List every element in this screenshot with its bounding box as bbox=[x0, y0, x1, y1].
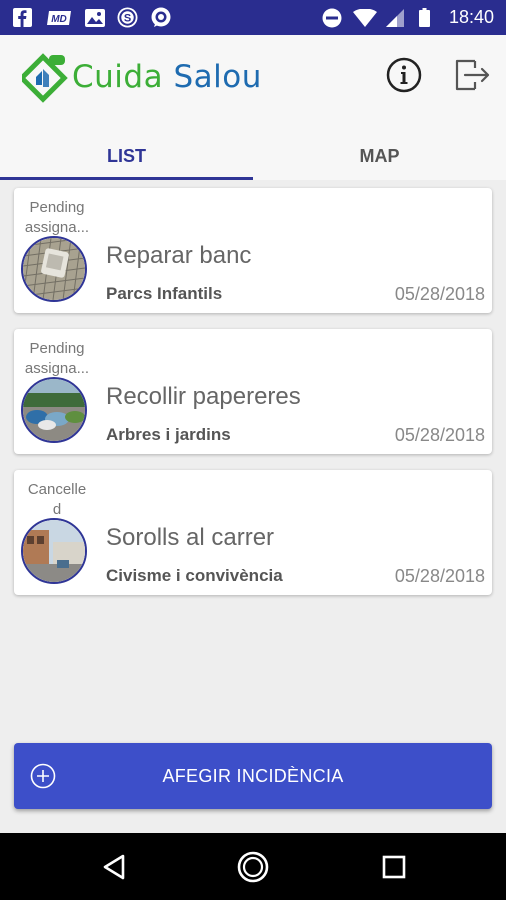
facebook-icon bbox=[12, 8, 32, 27]
status-line: Pending bbox=[29, 340, 85, 357]
status-line: Cancelle bbox=[27, 481, 87, 498]
logo-wordmark: Cuida Salou bbox=[72, 59, 262, 95]
logout-button[interactable] bbox=[452, 55, 492, 95]
incident-title: Sorolls al carrer bbox=[106, 524, 275, 551]
incident-title: Recollir papereres bbox=[106, 383, 301, 410]
incident-card[interactable]: Pending assigna... Reparar banc Parcs In… bbox=[14, 188, 492, 313]
info-icon bbox=[386, 57, 422, 93]
status-line: assigna... bbox=[24, 219, 90, 236]
logo-word-cuida: Cuida bbox=[72, 59, 164, 95]
incident-category: Arbres i jardins bbox=[106, 425, 231, 444]
incident-date: 05/28/2018 bbox=[394, 425, 485, 445]
svg-text:S: S bbox=[123, 13, 130, 25]
battery-icon bbox=[418, 8, 430, 27]
do-not-disturb-icon bbox=[321, 8, 343, 27]
incident-title: Reparar banc bbox=[106, 242, 252, 269]
svg-text:MD: MD bbox=[51, 14, 67, 25]
tab-bar: LIST MAP bbox=[0, 132, 506, 180]
chat-icon bbox=[149, 7, 173, 27]
status-badge: Pending assigna... bbox=[20, 339, 94, 379]
md-icon: MD bbox=[44, 8, 74, 27]
tab-list[interactable]: LIST bbox=[0, 132, 253, 180]
active-tab-indicator bbox=[0, 177, 253, 180]
app-header: Cuida Salou LIST MAP bbox=[0, 35, 506, 180]
incident-photo bbox=[21, 236, 87, 302]
signal-icon bbox=[385, 8, 405, 27]
add-incident-label: AFEGIR INCIDÈNCIA bbox=[162, 765, 344, 786]
status-line: assigna... bbox=[24, 360, 90, 377]
skype-icon: S bbox=[116, 7, 138, 28]
incident-photo bbox=[21, 518, 87, 584]
add-incident-button[interactable]: AFEGIR INCIDÈNCIA bbox=[14, 743, 492, 809]
status-line: Pending bbox=[29, 199, 85, 216]
tab-map[interactable]: MAP bbox=[253, 132, 506, 180]
logout-icon bbox=[455, 59, 490, 91]
info-button[interactable] bbox=[384, 55, 424, 95]
status-badge: Cancelle d bbox=[20, 480, 94, 520]
home-icon bbox=[237, 851, 269, 883]
back-button[interactable] bbox=[97, 850, 131, 884]
wifi-icon bbox=[352, 8, 378, 27]
status-bar: MD S 18:40 bbox=[0, 0, 506, 35]
image-icon bbox=[84, 8, 106, 27]
incident-date: 05/28/2018 bbox=[394, 284, 485, 304]
back-icon bbox=[103, 854, 125, 880]
incident-date: 05/28/2018 bbox=[394, 566, 485, 586]
app-logo: Cuida Salou bbox=[22, 53, 272, 103]
incident-photo bbox=[21, 377, 87, 443]
home-button[interactable] bbox=[236, 850, 270, 884]
incident-category: Parcs Infantils bbox=[106, 284, 223, 303]
recents-button[interactable] bbox=[377, 850, 411, 884]
recents-icon bbox=[382, 855, 406, 879]
incident-category: Civisme i convivència bbox=[106, 566, 283, 585]
incident-card[interactable]: Pending assigna... Recollir papereres Ar… bbox=[14, 329, 492, 454]
status-line: d bbox=[52, 501, 62, 518]
clock-time: 18:40 bbox=[448, 7, 494, 27]
status-badge: Pending assigna... bbox=[20, 198, 94, 238]
logo-word-salou: Salou bbox=[173, 59, 262, 95]
logo-mark-icon bbox=[22, 53, 68, 103]
system-nav-bar bbox=[0, 833, 506, 900]
incident-card[interactable]: Cancelle d Sorolls al carrer Civisme i c… bbox=[14, 470, 492, 595]
